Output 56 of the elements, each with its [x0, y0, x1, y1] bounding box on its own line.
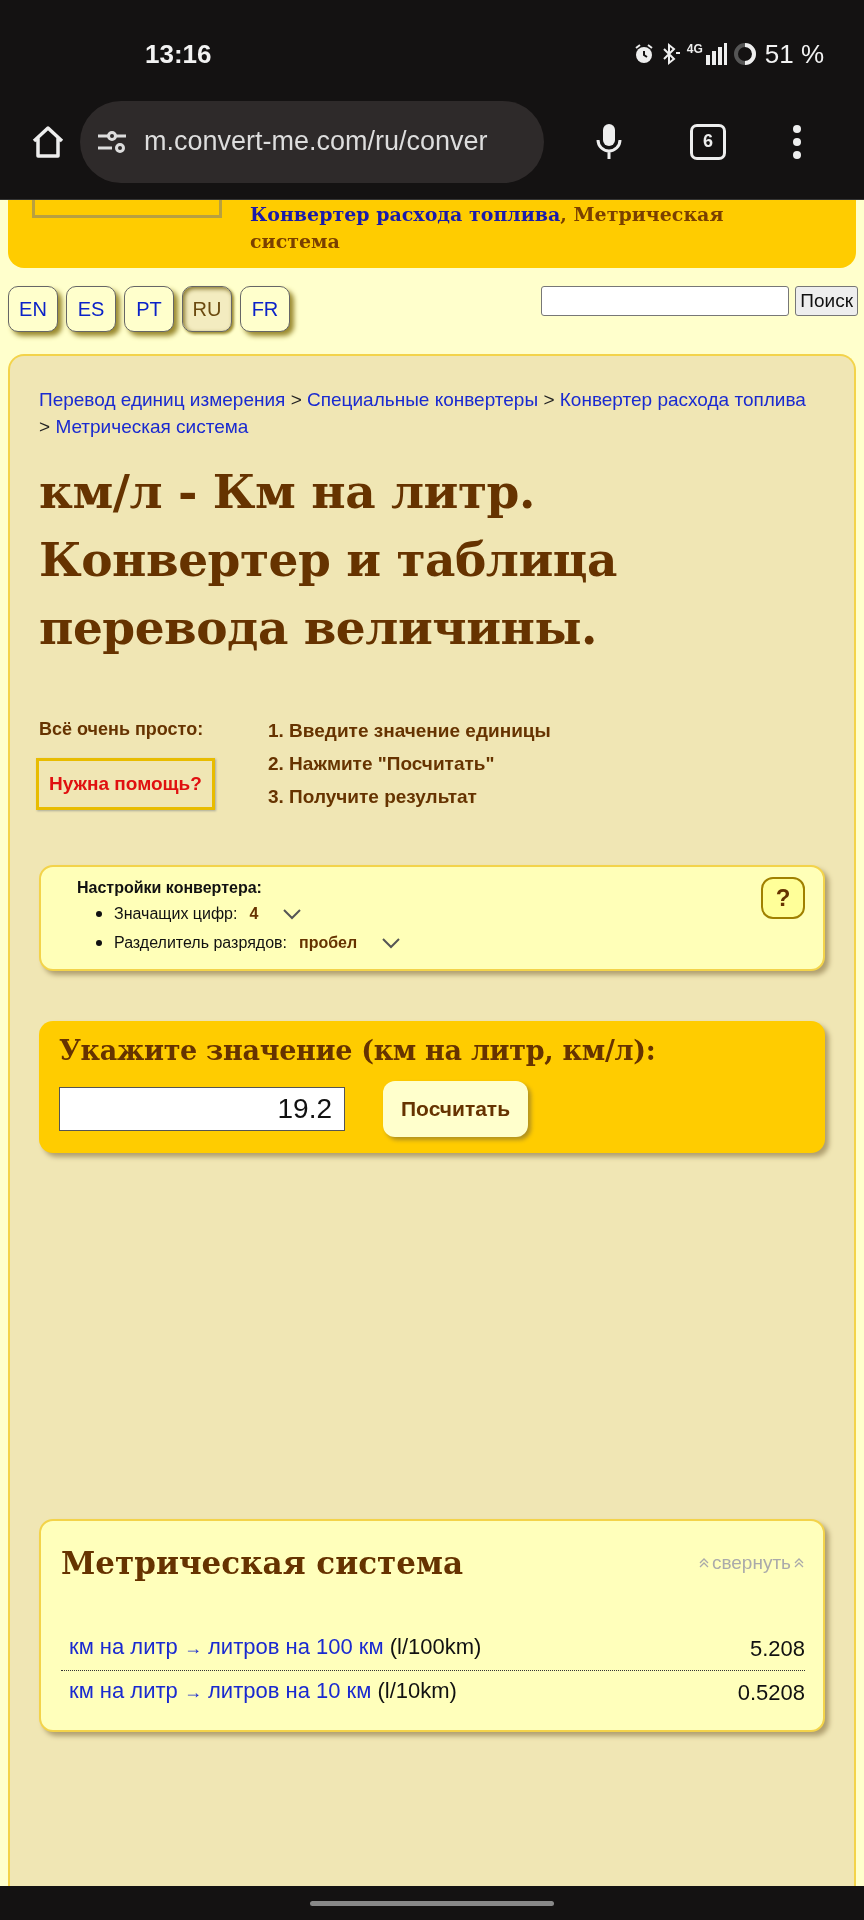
language-button[interactable]: ES	[66, 286, 116, 332]
intro-text: Всё очень просто:	[39, 718, 204, 741]
banner-text: Конвертер расхода топлива, Метрическая система	[250, 202, 725, 254]
language-button[interactable]: EN	[8, 286, 58, 332]
page-title: км/л - Км на литр. Конвертер и таблица перевода величины.	[39, 463, 618, 657]
chevron-icon	[381, 936, 402, 949]
step-text: 1. Введите значение единицы	[268, 719, 551, 743]
value-field[interactable]: 19.2	[59, 1087, 345, 1131]
signal-icon	[704, 43, 727, 65]
setting-dropdown[interactable]: пробел	[298, 928, 402, 957]
banner-link[interactable]: Конвертер расхода топлива	[250, 203, 561, 225]
network-label: 4G	[686, 42, 703, 56]
bullet-icon	[96, 910, 102, 917]
setting-dropdown[interactable]: 4	[249, 899, 303, 928]
results-title: Метрическая система	[61, 1545, 464, 1581]
address-bar[interactable]: m.convert-me.com/ru/conver	[80, 100, 544, 183]
result-value: 0.5208	[737, 1679, 805, 1707]
step-text: 3. Получите результат	[268, 785, 478, 809]
conversion-text: км на литр → литров на 10 км (l/10km)	[69, 1677, 458, 1705]
breadcrumb-link[interactable]: Конвертер расхода топлива	[559, 389, 806, 410]
search-button[interactable]: Поиск	[795, 286, 858, 316]
breadcrumb-separator: >	[290, 389, 303, 410]
breadcrumb-link[interactable]: Метрическая система	[55, 416, 249, 437]
battery-percent: 51 %	[764, 38, 824, 70]
conversion-link[interactable]: км на литр → литров на 100 км	[69, 1634, 384, 1659]
menu-icon[interactable]	[792, 123, 802, 160]
settings-help-button[interactable]: ?	[761, 877, 805, 919]
breadcrumb-link[interactable]: Перевод единиц измерения	[39, 389, 286, 410]
input-label: Укажите значение (км на литр, км/л):	[59, 1034, 657, 1068]
status-time: 13:16	[145, 37, 212, 70]
conversion-link[interactable]: км на литр → литров на 10 км	[69, 1678, 372, 1703]
breadcrumb-separator: >	[39, 416, 52, 437]
battery-icon	[732, 42, 757, 66]
double-caret-icon	[793, 1557, 805, 1569]
home-indicator[interactable]	[310, 1900, 554, 1906]
language-button[interactable]: FR	[240, 286, 290, 332]
conversion-text: км на литр → литров на 100 км (l/100km)	[69, 1633, 483, 1661]
chevron-icon	[282, 907, 303, 920]
bluetooth-icon	[660, 42, 681, 66]
bullet-icon	[96, 939, 102, 946]
tab-count-button[interactable]: 6	[690, 123, 726, 160]
home-icon[interactable]	[30, 123, 66, 160]
language-button[interactable]: RU	[182, 286, 232, 332]
double-caret-icon	[697, 1557, 710, 1569]
breadcrumb-link[interactable]: Специальные конвертеры	[307, 389, 539, 410]
step-text: 2. Нажмите "Посчитать"	[268, 752, 496, 776]
settings-title: Настройки конвертера:	[77, 878, 263, 898]
calculate-button[interactable]: Посчитать	[383, 1081, 529, 1137]
breadcrumb-separator: >	[543, 389, 556, 410]
search-field[interactable]	[541, 286, 790, 316]
setting-label: Разделитель разрядов:	[114, 933, 287, 953]
language-button[interactable]: PT	[124, 286, 174, 332]
setting-label: Значащих цифр:	[114, 904, 238, 924]
microphone-icon[interactable]	[594, 121, 624, 162]
help-button[interactable]: Нужна помощь?	[36, 758, 215, 810]
result-value: 5.208	[749, 1635, 805, 1663]
